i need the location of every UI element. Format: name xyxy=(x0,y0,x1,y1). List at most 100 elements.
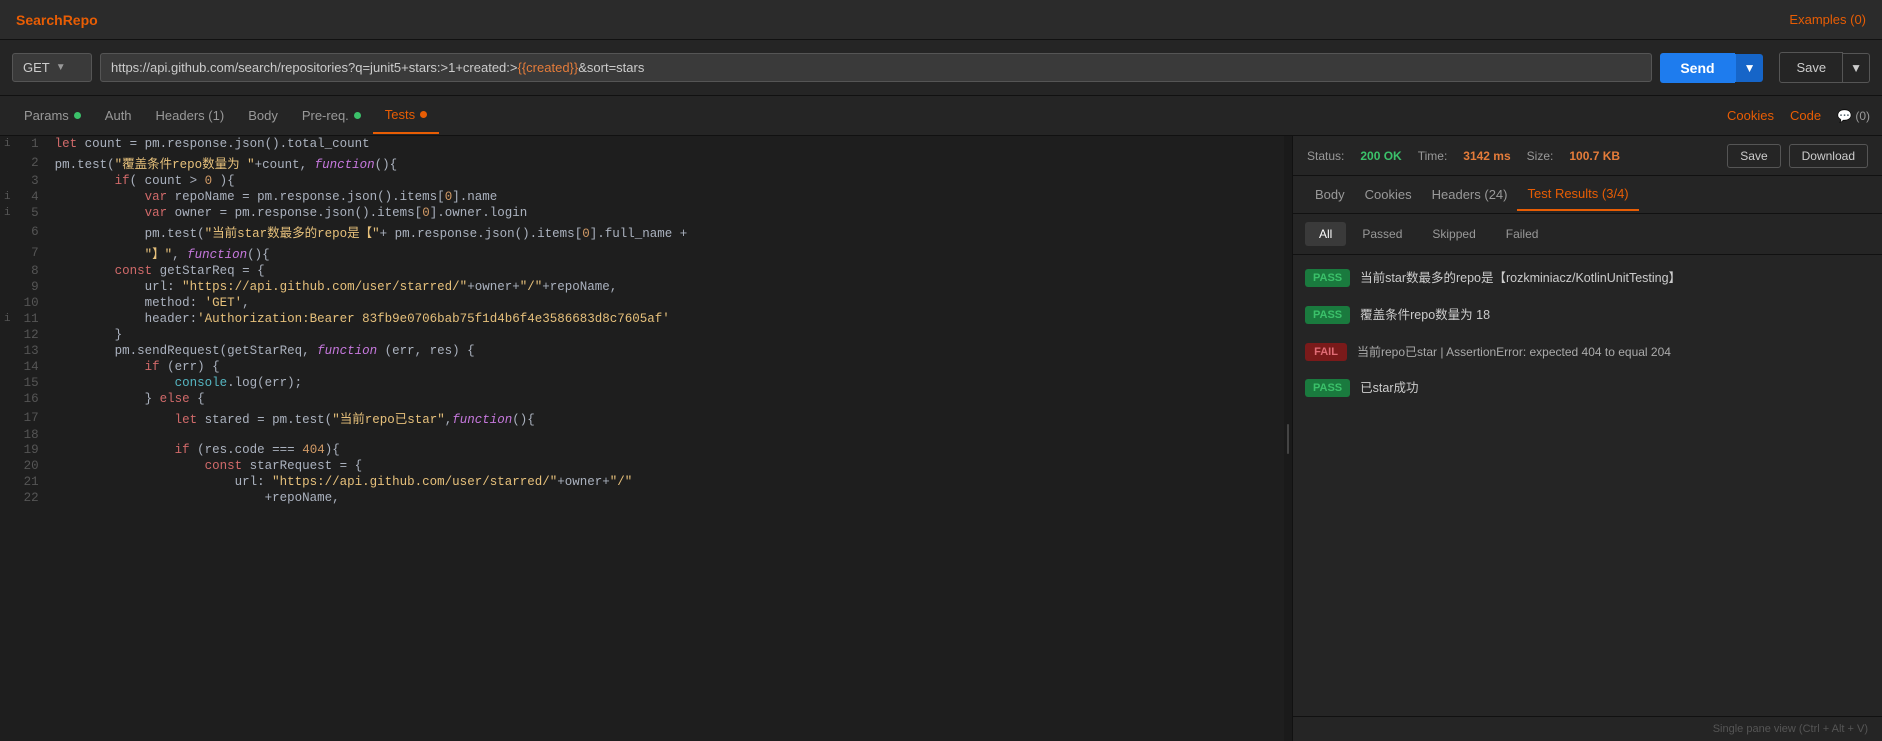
line-code-15: console.log(err); xyxy=(47,375,1284,391)
line-code-5: var owner = pm.response.json().items[0].… xyxy=(47,205,1284,221)
code-row-14: 14 if (err) { xyxy=(0,359,1284,375)
line-num-19: 19 xyxy=(15,442,47,458)
code-row-18: 18 xyxy=(0,428,1284,442)
line-code-14: if (err) { xyxy=(47,359,1284,375)
chevron-down-icon: ▼ xyxy=(56,62,66,73)
line-num-15: 15 xyxy=(15,375,47,391)
test-results-list: PASS 当前star数最多的repo是【rozkminiacz/KotlinU… xyxy=(1293,255,1882,716)
send-dropdown-button[interactable]: ▼ xyxy=(1735,54,1764,82)
code-row-9: 9 url: "https://api.github.com/user/star… xyxy=(0,279,1284,295)
line-code-22: +repoName, xyxy=(47,490,1284,506)
tab-headers-label: Headers (1) xyxy=(156,108,225,123)
line-num-3: 3 xyxy=(15,173,47,189)
line-num-20: 20 xyxy=(15,458,47,474)
tests-dot xyxy=(420,111,427,118)
line-code-4: var repoName = pm.response.json().items[… xyxy=(47,189,1284,205)
right-tab-cookies-label: Cookies xyxy=(1365,187,1412,202)
line-info-1: i xyxy=(0,136,15,152)
cookies-link[interactable]: Cookies xyxy=(1727,108,1774,123)
tab-bar: Params Auth Headers (1) Body Pre-req. Te… xyxy=(0,96,1882,136)
line-num-10: 10 xyxy=(15,295,47,311)
tab-body-label: Body xyxy=(248,108,278,123)
test-badge-2: PASS xyxy=(1305,306,1350,324)
line-num-6: 6 xyxy=(15,221,47,242)
line-num-1: 1 xyxy=(15,136,47,152)
test-result-1: PASS 当前star数最多的repo是【rozkminiacz/KotlinU… xyxy=(1305,263,1870,294)
test-badge-4: PASS xyxy=(1305,379,1350,397)
tab-params-label: Params xyxy=(24,108,69,123)
main-layout: i 1 let count = pm.response.json().total… xyxy=(0,136,1882,741)
code-row-4: i 4 var repoName = pm.response.json().it… xyxy=(0,189,1284,205)
line-code-1: let count = pm.response.json().total_cou… xyxy=(47,136,1284,152)
line-info-8 xyxy=(0,263,15,279)
line-info-3 xyxy=(0,173,15,189)
right-tab-headers[interactable]: Headers (24) xyxy=(1422,179,1518,210)
test-desc-4: 已star成功 xyxy=(1360,379,1418,398)
filter-all-button[interactable]: All xyxy=(1305,222,1346,246)
top-bar: SearchRepo Examples (0) xyxy=(0,0,1882,40)
test-badge-1: PASS xyxy=(1305,269,1350,287)
code-row-22: 22 +repoName, xyxy=(0,490,1284,506)
filter-failed-button[interactable]: Failed xyxy=(1492,222,1553,246)
url-bar: GET ▼ https://api.github.com/search/repo… xyxy=(0,40,1882,96)
tab-params[interactable]: Params xyxy=(12,98,93,133)
prereq-dot xyxy=(354,112,361,119)
line-info-13 xyxy=(0,343,15,359)
line-code-20: const starRequest = { xyxy=(47,458,1284,474)
tab-prereq-label: Pre-req. xyxy=(302,108,349,123)
line-num-2: 2 xyxy=(15,152,47,173)
filter-skipped-button[interactable]: Skipped xyxy=(1418,222,1489,246)
line-num-11: 11 xyxy=(15,311,47,327)
right-tab-cookies[interactable]: Cookies xyxy=(1355,179,1422,210)
method-dropdown[interactable]: GET ▼ xyxy=(12,53,92,82)
save-dropdown-button[interactable]: ▼ xyxy=(1843,53,1870,83)
line-num-7: 7 xyxy=(15,242,47,263)
tab-prereq[interactable]: Pre-req. xyxy=(290,98,373,133)
test-desc-3: 当前repo已star | AssertionError: expected 4… xyxy=(1357,343,1671,361)
test-result-4: PASS 已star成功 xyxy=(1305,373,1870,404)
right-tab-test-results[interactable]: Test Results (3/4) xyxy=(1517,178,1638,211)
response-save-button[interactable]: Save xyxy=(1727,144,1780,168)
url-display[interactable]: https://api.github.com/search/repositori… xyxy=(100,53,1652,82)
line-code-19: if (res.code === 404){ xyxy=(47,442,1284,458)
line-num-21: 21 xyxy=(15,474,47,490)
line-code-17: let stared = pm.test("当前repo已star",funct… xyxy=(47,407,1284,428)
line-num-12: 12 xyxy=(15,327,47,343)
filter-passed-button[interactable]: Passed xyxy=(1348,222,1416,246)
code-row-3: 3 if( count > 0 ){ xyxy=(0,173,1284,189)
code-link[interactable]: Code xyxy=(1790,108,1821,123)
url-suffix: &sort=stars xyxy=(578,60,644,75)
right-tab-headers-label: Headers (24) xyxy=(1432,187,1508,202)
size-label: Size: xyxy=(1527,149,1554,163)
params-dot xyxy=(74,112,81,119)
line-num-17: 17 xyxy=(15,407,47,428)
code-row-6: 6 pm.test("当前star数最多的repo是【"+ pm.respons… xyxy=(0,221,1284,242)
code-row-21: 21 url: "https://api.github.com/user/sta… xyxy=(0,474,1284,490)
comment-icon[interactable]: 💬 (0) xyxy=(1837,109,1870,123)
line-info-12 xyxy=(0,327,15,343)
send-button[interactable]: Send xyxy=(1660,53,1734,83)
examples-link[interactable]: Examples (0) xyxy=(1789,12,1866,27)
status-label: Status: xyxy=(1307,149,1344,163)
line-info-14 xyxy=(0,359,15,375)
url-prefix: https://api.github.com/search/repositori… xyxy=(111,60,518,75)
code-row-12: 12 } xyxy=(0,327,1284,343)
line-info-15 xyxy=(0,375,15,391)
right-tab-test-results-label: Test Results (3/4) xyxy=(1527,186,1628,201)
tab-auth[interactable]: Auth xyxy=(93,98,144,133)
line-info-9 xyxy=(0,279,15,295)
code-table: i 1 let count = pm.response.json().total… xyxy=(0,136,1284,506)
test-badge-3: FAIL xyxy=(1305,343,1347,361)
tab-body[interactable]: Body xyxy=(236,98,290,133)
tab-headers[interactable]: Headers (1) xyxy=(144,98,237,133)
code-editor[interactable]: i 1 let count = pm.response.json().total… xyxy=(0,136,1284,741)
app-title: SearchRepo xyxy=(16,12,98,28)
panel-divider[interactable] xyxy=(1284,136,1292,741)
right-tab-body[interactable]: Body xyxy=(1305,179,1355,210)
tab-tests[interactable]: Tests xyxy=(373,97,439,134)
filter-tabs: All Passed Skipped Failed xyxy=(1293,214,1882,255)
code-row-17: 17 let stared = pm.test("当前repo已star",fu… xyxy=(0,407,1284,428)
response-download-button[interactable]: Download xyxy=(1789,144,1868,168)
line-num-13: 13 xyxy=(15,343,47,359)
save-button[interactable]: Save xyxy=(1779,52,1843,83)
